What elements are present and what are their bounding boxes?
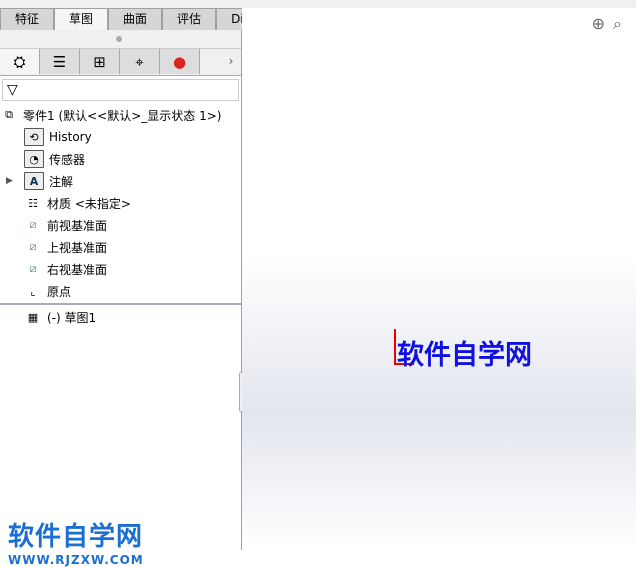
sketch-icon: ▦: [27, 310, 39, 324]
part-icon: ⧉: [5, 108, 13, 121]
watermark-title: 软件自学网: [8, 522, 144, 552]
feature-manager-panel: ⛭ ☰ ⊞ ⌖ ● › ▽ ⧉ 零件1 (默认<<默认>_显示状态 1>) ⟲ Hi…: [0, 30, 242, 567]
dimxpert-manager-tab-icon[interactable]: ⌖: [120, 49, 160, 74]
tree-item-annotations[interactable]: ▶ A 注解: [0, 170, 241, 192]
zoom-to-fit-icon[interactable]: ⊕: [592, 14, 613, 33]
rollback-bar[interactable]: [0, 303, 241, 305]
tree-item-sensors[interactable]: ◔ 传感器: [0, 148, 241, 170]
plane-icon: ⧄: [29, 240, 37, 253]
tree-item-history[interactable]: ⟲ History: [0, 126, 241, 148]
tree-item-label: 右视基准面: [47, 262, 108, 277]
tree-item-label: History: [49, 130, 92, 144]
tree-item-material[interactable]: ☷ 材质 <未指定>: [0, 192, 241, 214]
tree-item-label: 材质 <未指定>: [47, 196, 131, 211]
display-manager-tab-icon[interactable]: ●: [160, 49, 200, 74]
tab-features[interactable]: 特征: [0, 8, 55, 31]
material-icon: ☷: [28, 196, 38, 210]
tree-item-label: 上视基准面: [47, 240, 108, 255]
tree-item-label: 原点: [47, 284, 72, 299]
sensor-folder-icon: ◔: [24, 150, 44, 168]
panel-tabs: ⛭ ☰ ⊞ ⌖ ● ›: [0, 49, 241, 76]
tree-item-sketch1[interactable]: ▦ (-) 草图1: [0, 306, 241, 328]
expand-arrow-icon[interactable]: ▶: [6, 176, 24, 186]
watermark: 软件自学网 WWW.RJZXW.COM: [8, 516, 144, 567]
plane-icon: ⧄: [29, 262, 37, 275]
tab-surfaces[interactable]: 曲面: [108, 8, 163, 31]
panel-grip[interactable]: [0, 30, 241, 49]
origin-y-axis: [394, 329, 396, 365]
annotation-folder-icon: A: [24, 172, 44, 190]
tree-item-label: (-) 草图1: [47, 310, 97, 325]
property-manager-tab-icon[interactable]: ☰: [40, 49, 80, 74]
tree-item-label: 前视基准面: [47, 218, 108, 233]
tab-sketch[interactable]: 草图: [54, 8, 109, 30]
chevron-right-icon[interactable]: ›: [221, 49, 241, 75]
feature-tree: ⧉ 零件1 (默认<<默认>_显示状态 1>) ⟲ History ◔ 传感器 ▶ A 注…: [0, 104, 241, 328]
tab-evaluate[interactable]: 评估: [162, 8, 217, 31]
watermark-url: WWW.RJZXW.COM: [8, 553, 144, 567]
graphics-area[interactable]: ⊕⌕ 软件自学网: [242, 8, 636, 550]
feature-tree-tab-icon[interactable]: ⛭: [0, 49, 40, 74]
tree-item-label: 注解: [49, 174, 74, 189]
zoom-area-icon[interactable]: ⌕: [613, 14, 630, 33]
tree-root-label: 零件1 (默认<<默认>_显示状态 1>): [23, 108, 222, 123]
tree-item-label: 传感器: [49, 152, 86, 167]
configuration-manager-tab-icon[interactable]: ⊞: [80, 49, 120, 74]
tree-item-top-plane[interactable]: ⧄ 上视基准面: [0, 236, 241, 258]
sketch-text[interactable]: 软件自学网: [397, 333, 532, 372]
filter-icon[interactable]: ▽: [2, 79, 239, 101]
tree-item-origin[interactable]: ⌞ 原点: [0, 280, 241, 302]
origin-icon: ⌞: [30, 284, 36, 298]
tree-root[interactable]: ⧉ 零件1 (默认<<默认>_显示状态 1>): [0, 104, 241, 126]
plane-icon: ⧄: [29, 218, 37, 231]
tree-item-right-plane[interactable]: ⧄ 右视基准面: [0, 258, 241, 280]
tree-item-front-plane[interactable]: ⧄ 前视基准面: [0, 214, 241, 236]
history-folder-icon: ⟲: [24, 128, 44, 146]
